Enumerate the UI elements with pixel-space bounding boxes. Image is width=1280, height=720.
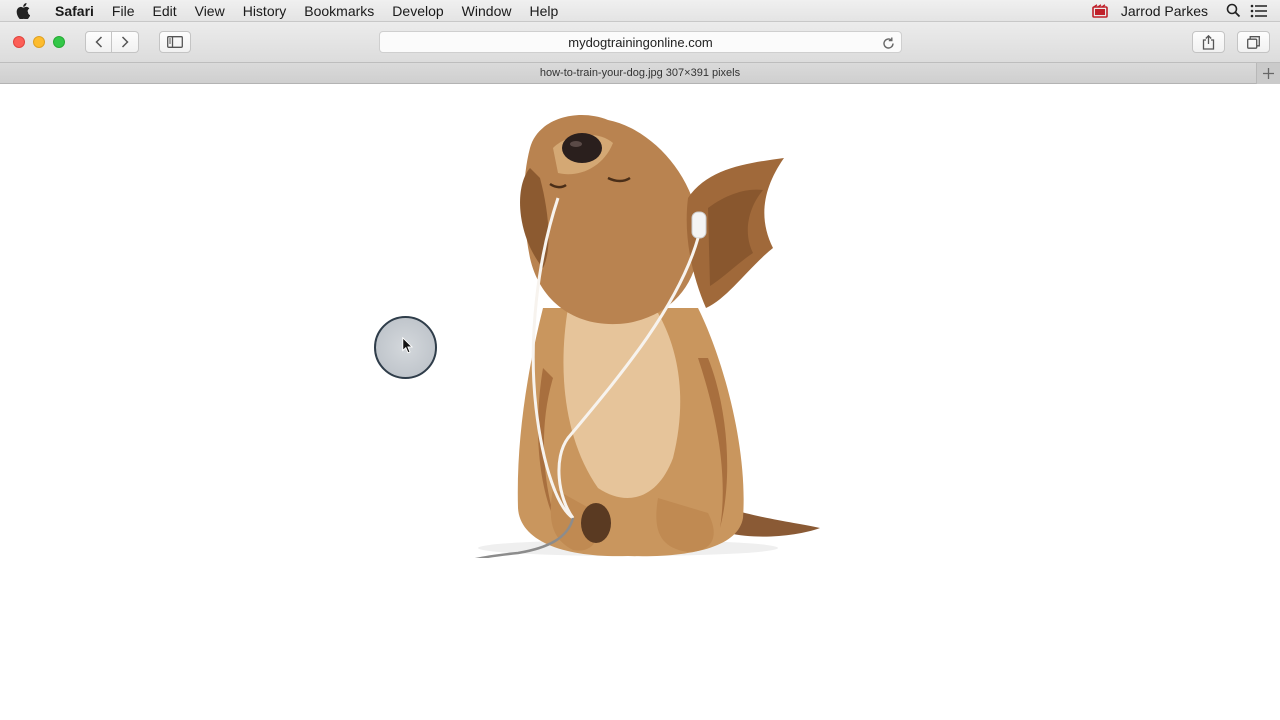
navigation-buttons xyxy=(85,31,139,53)
close-window-button[interactable] xyxy=(13,36,25,48)
share-icon xyxy=(1202,34,1215,50)
forward-icon xyxy=(121,36,129,48)
menu-view[interactable]: View xyxy=(186,0,234,22)
reload-icon[interactable] xyxy=(880,35,896,51)
forward-button[interactable] xyxy=(112,31,139,53)
back-icon xyxy=(94,36,102,48)
back-button[interactable] xyxy=(85,31,112,53)
menu-history[interactable]: History xyxy=(234,0,296,22)
new-tab-button[interactable] xyxy=(1256,63,1280,84)
cursor-highlight xyxy=(374,316,437,379)
address-bar[interactable]: mydogtrainingonline.com xyxy=(379,31,902,53)
tab-bar: how-to-train-your-dog.jpg 307×391 pixels xyxy=(0,62,1280,84)
menu-file[interactable]: File xyxy=(103,0,144,22)
share-button[interactable] xyxy=(1192,31,1225,53)
window-controls xyxy=(13,36,65,48)
sidebar-icon xyxy=(167,36,183,48)
address-text: mydogtrainingonline.com xyxy=(568,34,713,50)
screen-record-icon[interactable] xyxy=(1087,0,1113,22)
page-content xyxy=(0,84,1280,720)
dog-with-headphones-image xyxy=(475,115,820,558)
minimize-window-button[interactable] xyxy=(33,36,45,48)
apple-icon[interactable] xyxy=(0,2,46,19)
show-all-tabs-button[interactable] xyxy=(1237,31,1270,53)
menu-edit[interactable]: Edit xyxy=(143,0,185,22)
show-all-tabs-icon xyxy=(1247,35,1260,49)
sidebar-button[interactable] xyxy=(159,31,191,53)
spotlight-search-icon[interactable] xyxy=(1220,0,1246,22)
plus-icon xyxy=(1263,68,1274,79)
notification-center-icon[interactable] xyxy=(1246,0,1272,22)
menu-bar: Safari File Edit View History Bookmarks … xyxy=(0,0,1280,22)
menu-bookmarks[interactable]: Bookmarks xyxy=(295,0,383,22)
tab-title[interactable]: how-to-train-your-dog.jpg 307×391 pixels xyxy=(540,67,740,79)
menu-app-safari[interactable]: Safari xyxy=(46,0,103,22)
mouse-pointer-icon xyxy=(402,337,413,354)
menu-develop[interactable]: Develop xyxy=(383,0,452,22)
menu-window[interactable]: Window xyxy=(453,0,521,22)
menu-help[interactable]: Help xyxy=(520,0,567,22)
user-name[interactable]: Jarrod Parkes xyxy=(1113,3,1220,19)
browser-toolbar: mydogtrainingonline.com xyxy=(0,22,1280,62)
zoom-window-button[interactable] xyxy=(53,36,65,48)
